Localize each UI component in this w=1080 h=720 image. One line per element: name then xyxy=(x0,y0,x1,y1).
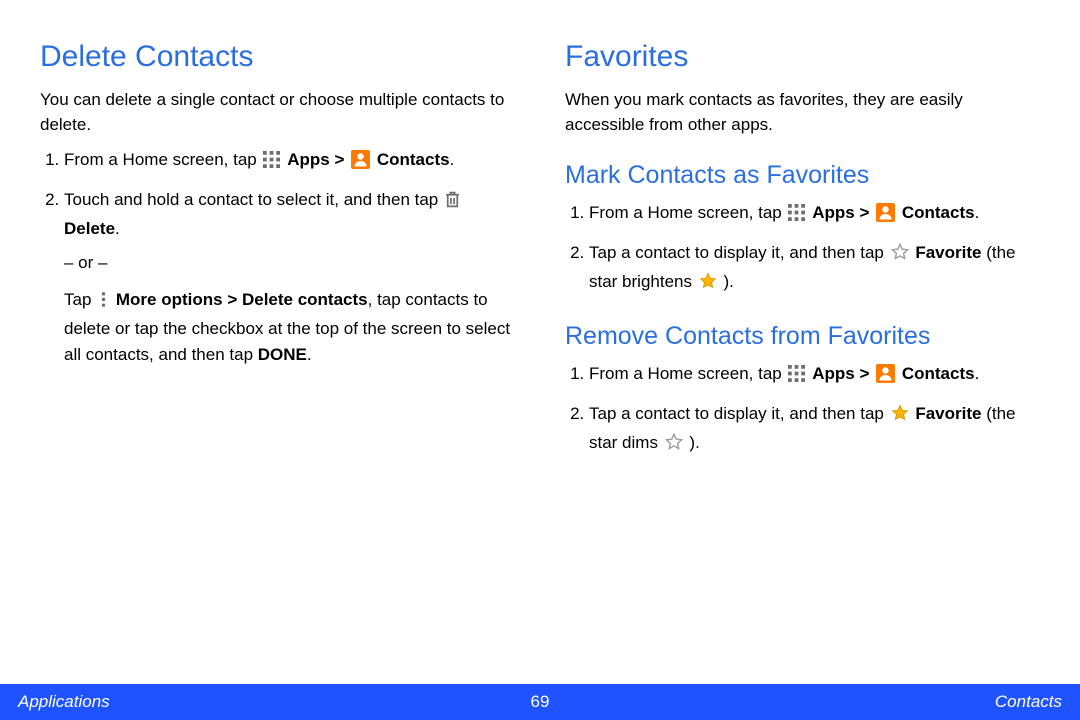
apps-grid-icon xyxy=(263,150,280,176)
text: Touch and hold a contact to select it, a… xyxy=(64,190,443,209)
text: Tap xyxy=(64,290,96,309)
contact-icon xyxy=(876,364,895,383)
star-outline-icon xyxy=(891,243,909,269)
star-fill-icon xyxy=(699,272,717,298)
more-options-icon xyxy=(98,290,109,316)
footer-section-right: Contacts xyxy=(995,692,1062,712)
delete-steps: From a Home screen, tap Apps > Contacts.… xyxy=(40,147,515,368)
contact-icon xyxy=(876,203,895,222)
contacts-label: Contacts xyxy=(377,150,450,169)
text: From a Home screen, tap xyxy=(64,150,261,169)
period: . xyxy=(307,345,312,364)
contact-icon xyxy=(351,150,370,169)
text: Tap a contact to display it, and then ta… xyxy=(589,404,889,423)
trash-icon xyxy=(445,190,460,216)
delete-step-2: Touch and hold a contact to select it, a… xyxy=(64,187,515,369)
mark-steps: From a Home screen, tap Apps > Contacts.… xyxy=(565,200,1040,298)
remove-steps: From a Home screen, tap Apps > Contacts.… xyxy=(565,361,1040,459)
delete-intro: You can delete a single contact or choos… xyxy=(40,88,515,137)
text: From a Home screen, tap xyxy=(589,203,786,222)
heading-mark-favorites: Mark Contacts as Favorites xyxy=(565,161,1040,190)
left-column: Delete Contacts You can delete a single … xyxy=(40,40,515,469)
star-dim-icon xyxy=(665,433,683,459)
apps-label: Apps xyxy=(287,150,330,169)
heading-favorites: Favorites xyxy=(565,40,1040,74)
apps-grid-icon xyxy=(788,364,805,390)
footer-page-number: 69 xyxy=(531,692,550,712)
text: From a Home screen, tap xyxy=(589,364,786,383)
period: . xyxy=(450,150,455,169)
delete-label: Delete xyxy=(64,219,115,238)
delete-step-1: From a Home screen, tap Apps > Contacts. xyxy=(64,147,515,176)
heading-delete-contacts: Delete Contacts xyxy=(40,40,515,74)
favorite-label: Favorite xyxy=(915,404,981,423)
contacts-label: Contacts xyxy=(902,203,975,222)
text: ). xyxy=(719,272,734,291)
mark-step-1: From a Home screen, tap Apps > Contacts. xyxy=(589,200,1040,229)
text: Tap a contact to display it, and then ta… xyxy=(589,243,889,262)
favorite-label: Favorite xyxy=(915,243,981,262)
remove-step-2: Tap a contact to display it, and then ta… xyxy=(589,401,1040,460)
manual-page: Delete Contacts You can delete a single … xyxy=(0,0,1080,720)
right-column: Favorites When you mark contacts as favo… xyxy=(565,40,1040,469)
text: ). xyxy=(685,433,700,452)
mark-step-2: Tap a contact to display it, and then ta… xyxy=(589,240,1040,299)
star-fill-icon xyxy=(891,404,909,430)
gt: > xyxy=(334,150,349,169)
apps-label: Apps xyxy=(812,203,855,222)
favorites-intro: When you mark contacts as favorites, the… xyxy=(565,88,1040,137)
period: . xyxy=(975,203,980,222)
more-options-label: More options > Delete contacts xyxy=(116,290,368,309)
page-footer: Applications 69 Contacts xyxy=(0,684,1080,720)
heading-remove-favorites: Remove Contacts from Favorites xyxy=(565,322,1040,351)
or-divider: – or – xyxy=(64,250,515,276)
apps-grid-icon xyxy=(788,203,805,229)
period: . xyxy=(115,219,120,238)
gt: > xyxy=(859,364,874,383)
gt: > xyxy=(859,203,874,222)
done-label: DONE xyxy=(258,345,307,364)
period: . xyxy=(975,364,980,383)
remove-step-1: From a Home screen, tap Apps > Contacts. xyxy=(589,361,1040,390)
delete-step-2-alt: Tap More options > Delete contacts, tap … xyxy=(64,287,515,369)
contacts-label: Contacts xyxy=(902,364,975,383)
footer-section-left: Applications xyxy=(18,692,110,712)
apps-label: Apps xyxy=(812,364,855,383)
